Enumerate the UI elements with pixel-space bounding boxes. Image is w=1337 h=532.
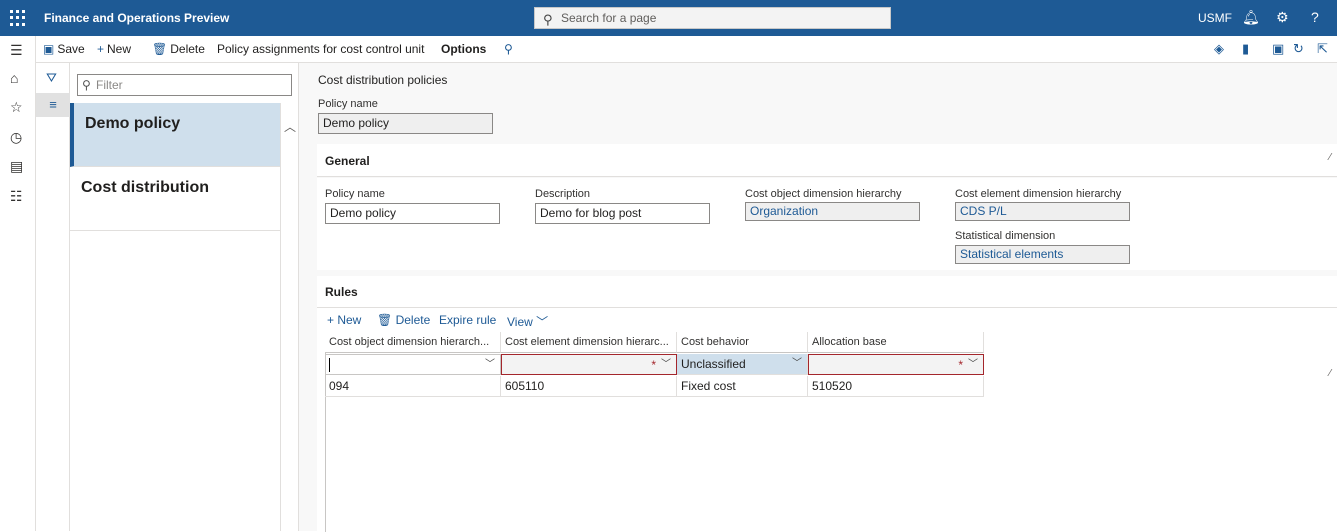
options-tab[interactable]: Options (441, 42, 486, 56)
header-policy-name-label: Policy name (318, 98, 378, 110)
required-indicator-icon: * (958, 358, 963, 372)
general-title: General (325, 154, 370, 168)
grid-cell-cost-object-input[interactable]: ﹀ (325, 354, 501, 375)
table-row-cell[interactable]: 510520 (808, 376, 984, 397)
list-item[interactable]: Cost distribution (70, 167, 281, 231)
clock-icon[interactable]: ◷ (10, 129, 22, 146)
nav-bar: ☰ ⌂ ☆ ◷ ▤ ☷ (0, 36, 36, 531)
cost-object-hierarchy-label: Cost object dimension hierarchy (745, 188, 902, 200)
search-placeholder: Search for a page (561, 11, 657, 25)
cost-object-hierarchy-field[interactable]: Organization (745, 202, 920, 221)
filter-icon[interactable]: ⛛ (46, 70, 57, 86)
top-bar: Finance and Operations Preview ⚲ Search … (0, 0, 1337, 36)
chevron-down-icon: ﹀ (532, 315, 549, 329)
action-pane: ▣ Save + New 🗑︎ Delete Policy assignments f… (36, 36, 1337, 63)
search-icon: ⚲ (543, 12, 553, 27)
plus-icon: + (327, 313, 338, 327)
chevron-down-icon[interactable]: ﹀ (968, 355, 978, 374)
view-menu-button[interactable]: View ﹀ (507, 313, 548, 330)
grid-header-allocation-base[interactable]: Allocation base (808, 332, 984, 353)
divider (317, 307, 1337, 308)
star-icon[interactable]: ☆ (10, 99, 23, 116)
filter-column: ⛛ ≡ (36, 63, 70, 531)
chevron-down-icon[interactable]: ﹀ (661, 355, 671, 374)
list-scroll-track (280, 103, 281, 531)
app-launcher-icon[interactable] (10, 10, 26, 26)
grid-header-cost-object[interactable]: Cost object dimension hierarch... (325, 332, 501, 353)
help-icon[interactable]: ? (1311, 9, 1319, 25)
statistical-dimension-label: Statistical dimension (955, 230, 1056, 242)
page-title: Cost distribution policies (318, 73, 448, 87)
app-title[interactable]: Finance and Operations Preview (44, 11, 229, 25)
chevron-icon[interactable]: ⁄ (1329, 152, 1331, 163)
table-row-cell[interactable]: Fixed cost (677, 376, 808, 397)
modules-icon[interactable]: ☷ (10, 188, 23, 205)
grid-header-cost-element[interactable]: Cost element dimension hierarc... (501, 332, 677, 353)
company-picker[interactable]: USMF (1198, 11, 1232, 25)
policy-name-label: Policy name (325, 188, 385, 200)
cost-element-hierarchy-label: Cost element dimension hierarchy (955, 188, 1122, 200)
grid-cell-cost-behavior-select[interactable]: Unclassified ﹀ (677, 354, 808, 375)
list-pane: ⚲ Filter Demo policy Cost distribution (70, 63, 299, 531)
trash-icon: 🗑︎ (377, 313, 396, 327)
list-view-icon[interactable]: ≡ (36, 93, 70, 117)
policy-assignments-button[interactable]: Policy assignments for cost control unit (217, 42, 424, 56)
chevron-icon[interactable]: ⁄ (1329, 368, 1331, 379)
chevron-down-icon[interactable]: ﹀ (485, 355, 495, 374)
header-policy-name-field[interactable]: Demo policy (318, 113, 493, 134)
new-button[interactable]: + New (97, 42, 131, 56)
chevron-down-icon[interactable]: ﹀ (792, 354, 802, 374)
workspaces-icon[interactable]: ▤ (10, 158, 23, 175)
grid-cell-allocation-base-input[interactable]: * ﹀ (808, 354, 984, 375)
rules-title: Rules (325, 285, 358, 299)
search-icon: ⚲ (82, 78, 91, 92)
plus-icon: + (97, 42, 105, 56)
attachments-icon[interactable]: ▣ (1272, 41, 1284, 57)
statistical-dimension-field[interactable]: Statistical elements (955, 245, 1130, 264)
search-box[interactable]: ⚲ Search for a page (534, 7, 891, 29)
save-button[interactable]: ▣ Save (43, 42, 85, 56)
filter-input[interactable]: ⚲ Filter (77, 74, 292, 96)
home-icon[interactable]: ⌂ (10, 70, 18, 86)
general-fasttab-body: Policy name Demo policy Description Demo… (317, 178, 1337, 270)
find-icon[interactable]: ⚲ (504, 42, 513, 56)
details-pane: Cost distribution policies Policy name D… (299, 63, 1337, 532)
grid-cell-cost-element-input[interactable]: * ﹀ (501, 354, 677, 375)
general-fasttab-header[interactable]: General ⁄ (317, 144, 1337, 177)
save-icon: ▣ (43, 42, 55, 56)
policy-name-field[interactable]: Demo policy (325, 203, 500, 224)
description-field[interactable]: Demo for blog post (535, 203, 710, 224)
rules-new-button[interactable]: + New (327, 313, 361, 327)
delete-button[interactable]: 🗑︎ Delete (152, 42, 205, 56)
hamburger-icon[interactable]: ☰ (10, 42, 23, 59)
required-indicator-icon: * (651, 358, 656, 372)
refresh-icon[interactable]: ↻ (1293, 41, 1304, 57)
grid-header-cost-behavior[interactable]: Cost behavior (677, 332, 808, 353)
power-apps-icon[interactable]: ◈ (1214, 41, 1224, 57)
table-row-cell[interactable]: 094 (325, 376, 501, 397)
expire-rule-button[interactable]: Expire rule (439, 313, 496, 327)
office-icon[interactable]: ▮ (1242, 41, 1249, 57)
rules-delete-button[interactable]: 🗑︎ Delete (377, 313, 430, 327)
table-row-cell[interactable]: 605110 (501, 376, 677, 397)
gear-icon[interactable]: ⚙ (1276, 9, 1289, 26)
filter-placeholder: Filter (96, 78, 123, 92)
description-label: Description (535, 188, 591, 200)
bell-icon[interactable]: 🔔︎ (1242, 9, 1260, 26)
text-cursor (329, 358, 330, 372)
rules-section: Rules + New 🗑︎ Delete Expire rule View ﹀… (317, 276, 1337, 532)
trash-icon: 🗑︎ (152, 42, 168, 56)
open-new-window-icon[interactable]: ⇱ (1317, 41, 1328, 57)
cost-element-hierarchy-field[interactable]: CDS P/L (955, 202, 1130, 221)
chevron-up-icon[interactable]: ︿ (284, 118, 296, 135)
list-item[interactable]: Demo policy (70, 103, 281, 167)
